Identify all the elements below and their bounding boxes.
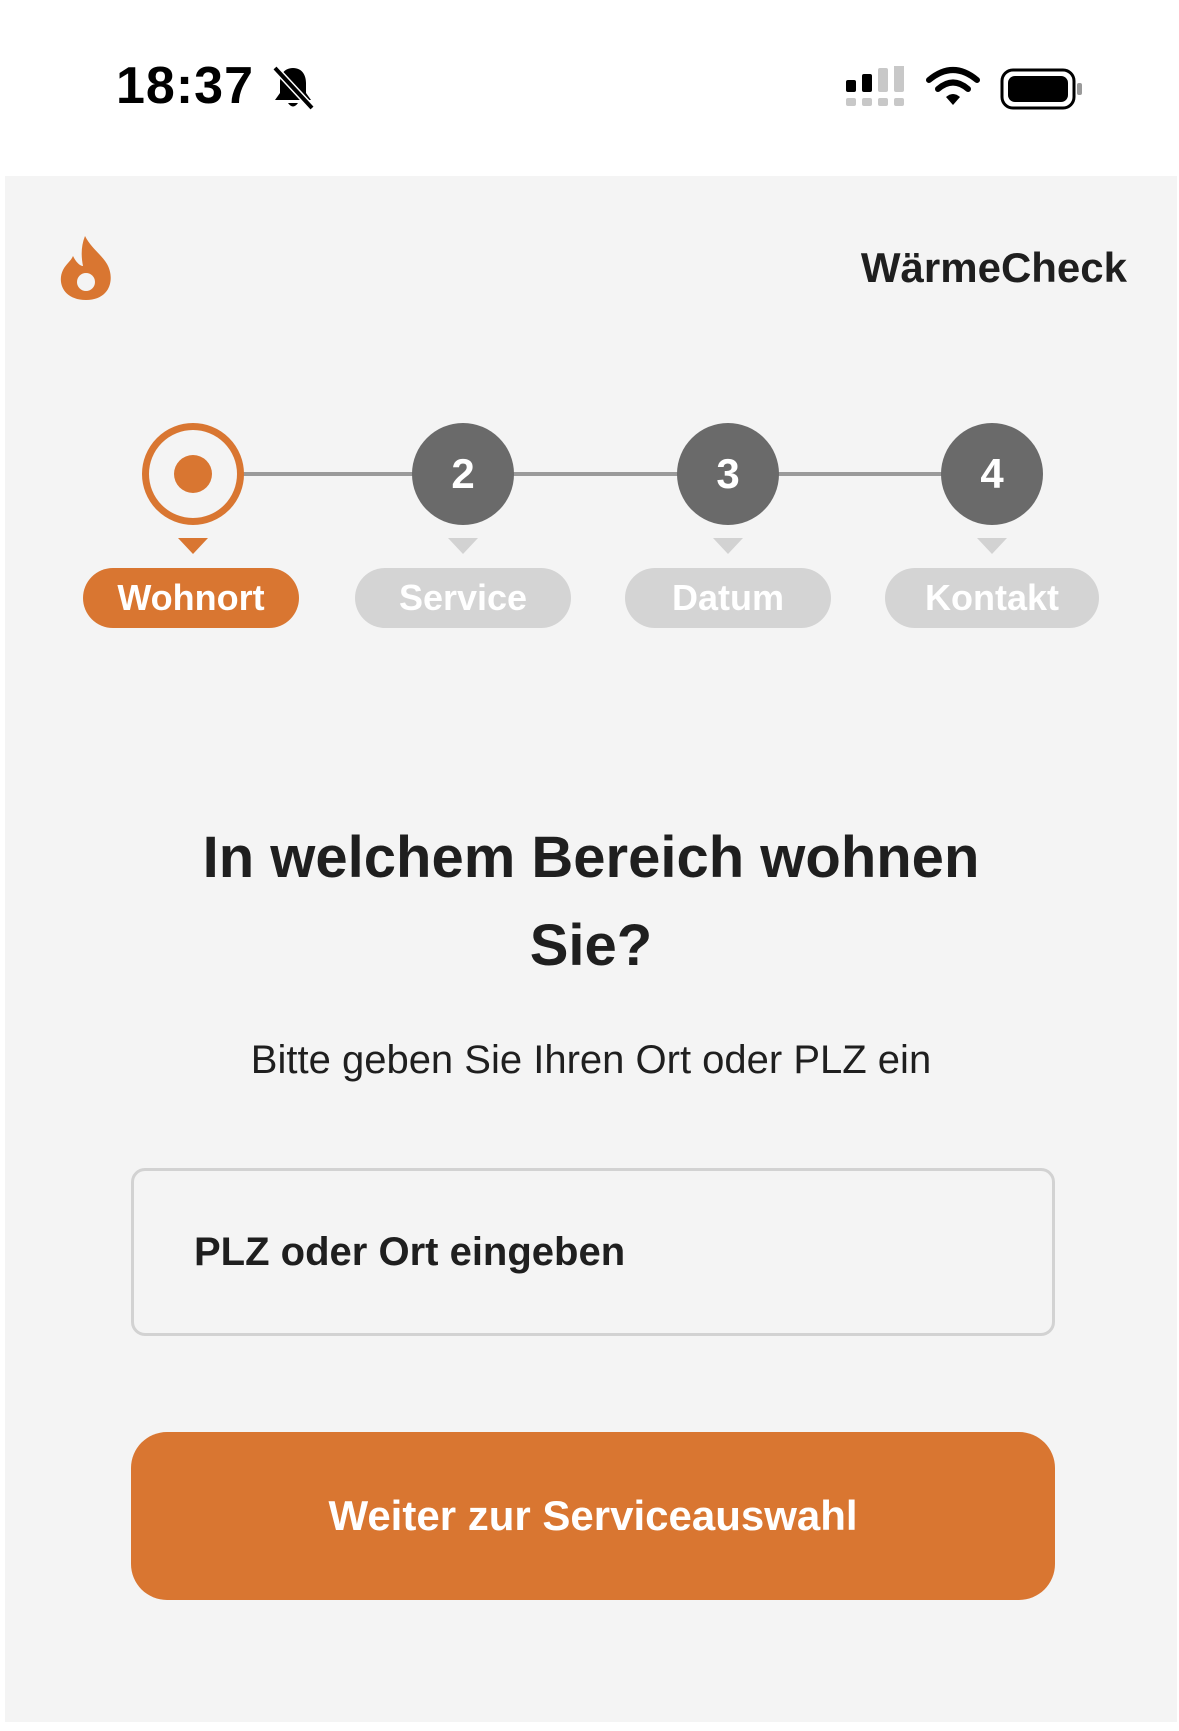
step-2-indicator[interactable]: 2 — [412, 423, 514, 525]
step-4-pointer — [977, 538, 1007, 554]
step-1-pointer — [178, 538, 208, 554]
step-1-indicator[interactable] — [142, 423, 244, 525]
bell-muted-icon — [272, 65, 315, 111]
step-2-label[interactable]: Service — [355, 568, 571, 628]
flame-icon — [60, 236, 111, 300]
next-to-service-button[interactable]: Weiter zur Serviceauswahl — [131, 1432, 1055, 1600]
status-bar: 18:37 — [0, 0, 1179, 176]
wifi-icon — [926, 67, 980, 105]
step-3-pointer — [713, 538, 743, 554]
step-4-indicator[interactable]: 4 — [941, 423, 1043, 525]
cellular-signal-icon — [846, 66, 904, 106]
brand-title: WärmeCheck — [860, 244, 1127, 291]
question-line-1: In welchem Bereich wohnen — [202, 825, 980, 890]
step-4-label[interactable]: Kontakt — [885, 568, 1099, 628]
step-3-indicator[interactable]: 3 — [677, 423, 779, 525]
page: 18:37 WärmeCheck Wohnort 2 Service 3 Dat… — [0, 0, 1179, 1731]
question-line-2: Sie? — [529, 913, 653, 978]
stepper-line — [190, 472, 990, 476]
location-input[interactable] — [131, 1168, 1055, 1336]
step-2-pointer — [448, 538, 478, 554]
app-screen: WärmeCheck Wohnort 2 Service 3 Datum 4 K… — [5, 176, 1177, 1722]
question-subtitle: Bitte geben Sie Ihren Ort oder PLZ ein — [250, 1038, 932, 1082]
status-time: 18:37 — [116, 57, 254, 115]
active-step-dot — [174, 455, 212, 493]
question-heading: In welchem Bereich wohnen Sie? — [5, 814, 1177, 990]
battery-icon — [1000, 68, 1082, 110]
step-3-label[interactable]: Datum — [625, 568, 831, 628]
step-1-label[interactable]: Wohnort — [83, 568, 299, 628]
